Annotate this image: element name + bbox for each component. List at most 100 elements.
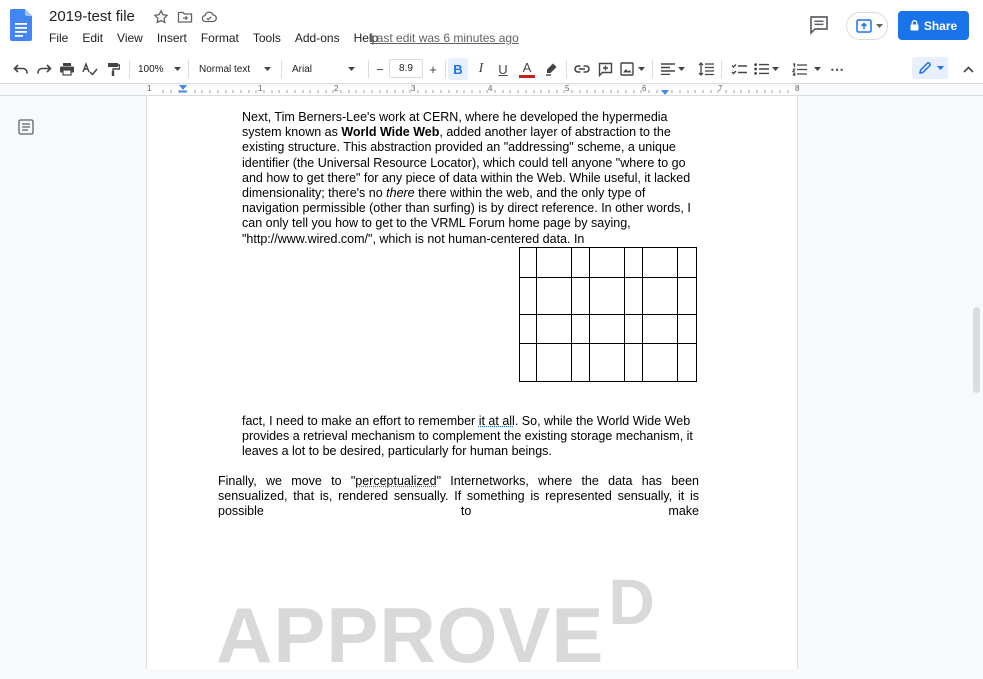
table-cell[interactable] <box>642 314 678 344</box>
docs-logo-icon[interactable] <box>10 9 32 41</box>
table-cell[interactable] <box>642 247 678 278</box>
document-outline-icon[interactable] <box>18 119 34 135</box>
underline-button[interactable]: U <box>494 61 512 77</box>
decrease-font-size-button[interactable]: − <box>372 61 388 77</box>
highlight-color-button[interactable] <box>542 61 560 77</box>
ruler[interactable]: 1 1 2 3 4 5 6 7 8 <box>0 84 983 96</box>
chevron-down-icon <box>264 66 272 71</box>
table-cell[interactable] <box>519 247 537 278</box>
menu-file[interactable]: File <box>49 31 68 47</box>
menu-edit[interactable]: Edit <box>82 31 103 47</box>
table-cell[interactable] <box>642 277 678 315</box>
document-table[interactable] <box>519 247 697 382</box>
cloud-saved-icon[interactable] <box>201 9 217 25</box>
menu-tools[interactable]: Tools <box>253 31 281 47</box>
table-cell[interactable] <box>589 314 625 344</box>
text-run: fact, I need to make an effort to rememb… <box>242 414 479 428</box>
table-cell[interactable] <box>519 277 537 315</box>
font-size-input[interactable]: 8.9 <box>389 59 423 78</box>
table-cell[interactable] <box>571 314 590 344</box>
paragraph[interactable]: Finally, we move to "perceptualized" Int… <box>218 474 699 520</box>
zoom-select[interactable]: 100% <box>138 61 182 77</box>
bulleted-list-button[interactable] <box>753 61 779 77</box>
table-cell[interactable] <box>589 277 625 315</box>
table-cell[interactable] <box>677 247 697 278</box>
editing-mode-button[interactable] <box>912 57 948 79</box>
share-button[interactable]: Share <box>898 11 969 40</box>
table-cell[interactable] <box>624 247 643 278</box>
table-cell[interactable] <box>677 343 697 382</box>
align-button[interactable] <box>660 61 686 77</box>
numbered-list-button[interactable] <box>791 61 821 77</box>
bold-button[interactable]: B <box>448 58 468 80</box>
paint-format-button[interactable] <box>104 61 122 77</box>
insert-link-button[interactable] <box>573 61 591 77</box>
link-icon <box>574 65 590 73</box>
hide-menus-button[interactable] <box>960 61 976 77</box>
zoom-value: 100% <box>138 63 164 75</box>
table-cell[interactable] <box>519 343 537 382</box>
text-color-letter: A <box>522 59 532 75</box>
italic-button[interactable]: I <box>472 61 490 77</box>
menu-view[interactable]: View <box>117 31 143 47</box>
bold-text: World Wide Web <box>341 125 440 140</box>
undo-button[interactable] <box>12 61 30 77</box>
table-cell[interactable] <box>589 343 625 382</box>
print-button[interactable] <box>58 61 76 77</box>
table-cell[interactable] <box>677 314 697 344</box>
table-cell[interactable] <box>536 277 572 315</box>
last-edit-link[interactable]: Last edit was 6 minutes ago <box>370 31 519 45</box>
table-cell[interactable] <box>536 247 572 278</box>
scrollbar-thumb[interactable] <box>973 307 980 393</box>
spelling-suggestion-text[interactable]: perceptualized <box>355 474 436 488</box>
toolbar-separator <box>368 60 369 78</box>
table-cell[interactable] <box>624 343 643 382</box>
insert-image-button[interactable] <box>619 61 645 77</box>
toolbar-separator <box>445 60 446 78</box>
checklist-button[interactable] <box>730 61 748 77</box>
grammar-suggestion-text[interactable]: it at all <box>479 414 515 428</box>
table-cell[interactable] <box>677 277 697 315</box>
star-icon[interactable] <box>153 9 169 25</box>
font-select[interactable]: Arial <box>292 61 364 77</box>
comment-history-icon[interactable] <box>808 14 830 36</box>
table-cell[interactable] <box>624 314 643 344</box>
increase-font-size-button[interactable]: + <box>425 61 441 77</box>
move-folder-icon[interactable] <box>177 9 193 25</box>
table-cell[interactable] <box>571 277 590 315</box>
undo-icon <box>13 64 28 74</box>
paragraph[interactable]: fact, I need to make an effort to rememb… <box>242 414 702 460</box>
paragraph[interactable]: Next, Tim Berners-Lee's work at CERN, wh… <box>242 110 702 247</box>
table-cell[interactable] <box>624 277 643 315</box>
toolbar-separator <box>721 60 722 78</box>
title-bar: 2019-test file File Edit View Insert For… <box>0 0 983 54</box>
chevron-up-icon <box>962 65 974 73</box>
present-button[interactable] <box>846 12 888 40</box>
image-icon <box>619 62 634 76</box>
table-cell[interactable] <box>642 343 678 382</box>
more-options-button[interactable]: ⋯ <box>828 61 846 77</box>
insert-comment-button[interactable] <box>596 61 614 77</box>
spellcheck-button[interactable] <box>81 61 99 77</box>
table-cell[interactable] <box>571 247 590 278</box>
table-cell[interactable] <box>536 343 572 382</box>
stamp-text: APPROVE <box>216 591 605 679</box>
toolbar-separator <box>129 60 130 78</box>
menu-format[interactable]: Format <box>201 31 239 47</box>
text-run: Finally, we move to " <box>218 474 356 488</box>
table-cell[interactable] <box>571 343 590 382</box>
line-spacing-button[interactable] <box>697 61 715 77</box>
spellcheck-icon <box>82 62 98 76</box>
text-color-button[interactable]: A <box>517 59 537 79</box>
document-title[interactable]: 2019-test file <box>49 8 135 25</box>
table-cell[interactable] <box>589 247 625 278</box>
checklist-icon <box>731 63 747 74</box>
redo-button[interactable] <box>35 61 53 77</box>
align-left-icon <box>661 63 675 75</box>
table-cell[interactable] <box>519 314 537 344</box>
menu-insert[interactable]: Insert <box>157 31 187 47</box>
table-cell[interactable] <box>536 314 572 344</box>
approved-stamp: APPROVED <box>216 570 656 674</box>
menu-addons[interactable]: Add-ons <box>295 31 340 47</box>
paragraph-style-select[interactable]: Normal text <box>199 61 275 77</box>
